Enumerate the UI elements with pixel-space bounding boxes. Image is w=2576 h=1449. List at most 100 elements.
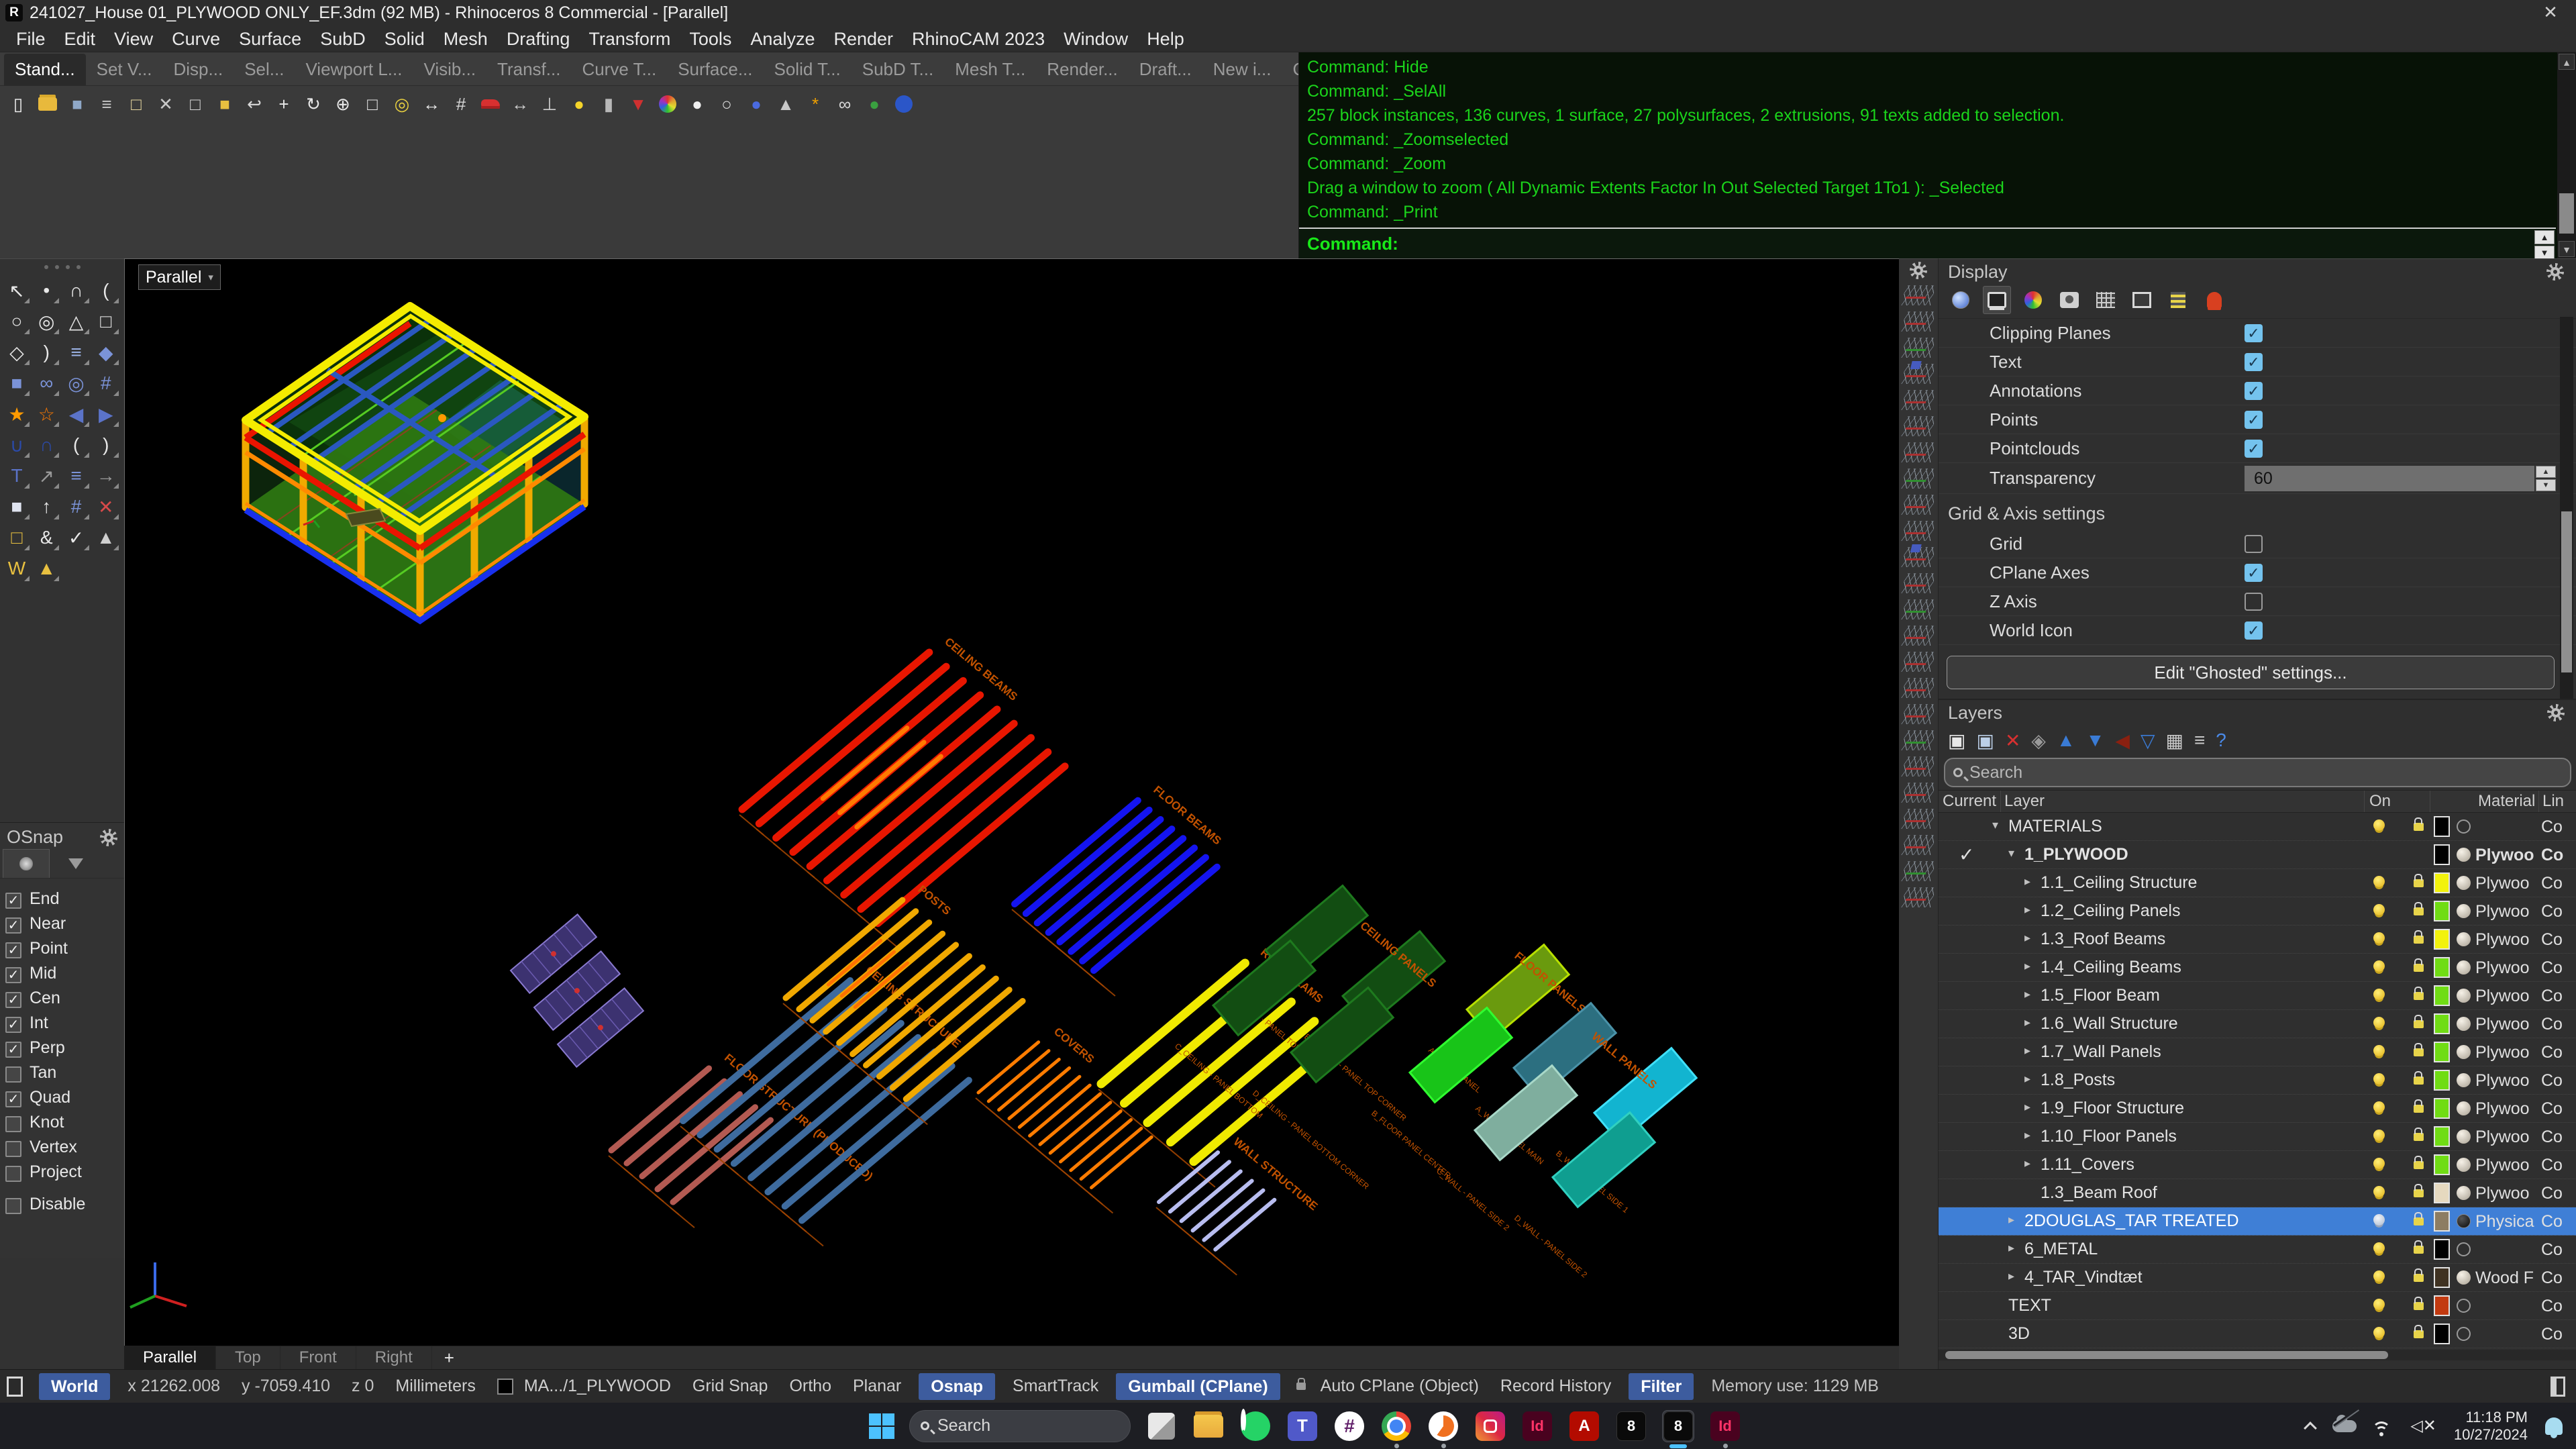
display-scrollbar[interactable]: [2560, 317, 2573, 699]
list-view-icon[interactable]: ≡: [2194, 730, 2205, 751]
expand-icon[interactable]: ▸: [2024, 1156, 2030, 1170]
layer-lock-icon[interactable]: [2414, 823, 2424, 831]
ellipse-icon[interactable]: ◎: [32, 307, 60, 336]
spheres-icon[interactable]: ∞: [32, 369, 60, 397]
checkbox-clipping-planes[interactable]: [2245, 324, 2263, 342]
layer-lock-icon[interactable]: [2414, 1217, 2424, 1226]
cplane-tool-icon-10[interactable]: [1901, 521, 1935, 541]
explode-block-icon[interactable]: ☆: [32, 400, 60, 428]
menu-surface[interactable]: Surface: [229, 26, 311, 52]
check-icon[interactable]: ✓: [62, 523, 91, 552]
panel-toggle-icon[interactable]: [2551, 1377, 2565, 1397]
filter-icon[interactable]: ▽: [2141, 730, 2155, 752]
cplane-tool-icon-5[interactable]: [1901, 390, 1935, 410]
toolbar-tab-subdt[interactable]: SubD T...: [852, 54, 944, 85]
cplane-tool-icon-2[interactable]: [1901, 311, 1935, 332]
layer-material-icon[interactable]: [2457, 1130, 2471, 1144]
status-toggle-osnap[interactable]: Osnap: [919, 1373, 995, 1400]
viewport-canvas[interactable]: CEILING BEAMSROOF BEAMSFLOOR STRUCTURE (…: [125, 259, 1900, 1346]
settings-gears-icon[interactable]: *: [803, 91, 828, 117]
layer-color-swatch[interactable]: [2434, 985, 2450, 1006]
layer-visibility-bulb-icon[interactable]: [2373, 1101, 2385, 1113]
slack-icon[interactable]: #: [1333, 1410, 1366, 1442]
menu-help[interactable]: Help: [1137, 26, 1194, 52]
osnap-tab-filter[interactable]: [52, 849, 99, 878]
move-icon[interactable]: &: [32, 523, 60, 552]
expand-icon[interactable]: ▸: [2024, 875, 2030, 889]
viewport-label[interactable]: Parallel ▾: [138, 264, 221, 290]
layer-color-swatch[interactable]: [2434, 1239, 2450, 1260]
osnap-checkbox-point[interactable]: [5, 942, 21, 958]
layer-row-1-plywood[interactable]: ✓▾1_PLYWOODPlywooCo: [1939, 841, 2576, 869]
status-toggle-planar[interactable]: Planar: [842, 1377, 912, 1396]
scale-icon[interactable]: ↗: [32, 462, 60, 490]
help-icon[interactable]: [891, 91, 917, 117]
layer-visibility-bulb-icon[interactable]: [2373, 1214, 2385, 1226]
surface-grid-icon[interactable]: ≡: [62, 338, 91, 366]
menu-view[interactable]: View: [105, 26, 162, 52]
zoom-icon[interactable]: ⊕: [330, 91, 356, 117]
viewport-dropdown-icon[interactable]: ▾: [208, 271, 213, 283]
transparency-down-icon[interactable]: ▼: [2536, 479, 2556, 491]
edit-ghosted-button[interactable]: Edit "Ghosted" settings...: [1947, 656, 2555, 689]
acrobat-icon[interactable]: A: [1568, 1410, 1600, 1442]
layer-visibility-bulb-icon[interactable]: [2373, 989, 2385, 1000]
layer-visibility-bulb-icon[interactable]: [2373, 1158, 2385, 1169]
menu-edit[interactable]: Edit: [55, 26, 105, 52]
viewport-tab-top[interactable]: Top: [216, 1346, 280, 1369]
toolbar-tab-render[interactable]: Render...: [1036, 54, 1129, 85]
tray-chevron-icon[interactable]: [2304, 1421, 2317, 1435]
cplane-tool-icon-20[interactable]: [1901, 783, 1935, 803]
layer-row-1-1-ceiling-structure[interactable]: ▸1.1_Ceiling StructurePlywooCo: [1939, 869, 2576, 897]
mesh-surface-icon[interactable]: #: [92, 369, 120, 397]
cap-icon[interactable]: ■: [3, 493, 31, 521]
start-button[interactable]: [869, 1413, 894, 1439]
viewport-tab-right[interactable]: Right: [356, 1346, 432, 1369]
cplane-tool-icon-13[interactable]: [1901, 599, 1935, 619]
menu-render[interactable]: Render: [824, 26, 903, 52]
onedrive-icon[interactable]: [2332, 1420, 2357, 1432]
status-toggle-record-history[interactable]: Record History: [1490, 1377, 1622, 1396]
patch-icon[interactable]: ◆: [92, 338, 120, 366]
wireframe-view-icon[interactable]: ○: [714, 91, 739, 117]
whatsapp-icon[interactable]: [1239, 1410, 1272, 1442]
layer-lock-icon[interactable]: [2414, 1330, 2424, 1338]
explode-icon[interactable]: ★: [3, 400, 31, 428]
osnap-checkbox-mid[interactable]: [5, 967, 21, 983]
status-toggle-filter[interactable]: Filter: [1629, 1373, 1694, 1400]
osnap-checkbox-near[interactable]: [5, 917, 21, 934]
checkbox-text[interactable]: [2245, 353, 2263, 371]
orient-icon[interactable]: →: [92, 462, 120, 490]
cplane-tool-icon-24[interactable]: [1901, 887, 1935, 907]
layer-lock-icon[interactable]: [2414, 1077, 2424, 1085]
layer-color-swatch[interactable]: [2434, 1267, 2450, 1288]
properties-icon[interactable]: □: [123, 91, 149, 117]
cone-curve-icon[interactable]: △: [62, 307, 91, 336]
expand-icon[interactable]: ▸: [2008, 1269, 2014, 1283]
status-toggle-gumball-cplane-[interactable]: Gumball (CPlane): [1116, 1373, 1280, 1400]
osnap-checkbox-quad[interactable]: [5, 1091, 21, 1107]
expand-icon[interactable]: ▸: [2024, 1128, 2030, 1142]
layer-material-icon[interactable]: [2457, 1270, 2471, 1285]
pyramid-icon[interactable]: ▲: [32, 554, 60, 583]
layer-color-swatch[interactable]: [2434, 1126, 2450, 1147]
menu-solid[interactable]: Solid: [375, 26, 434, 52]
circle-icon[interactable]: ○: [3, 307, 31, 336]
layer-material-icon[interactable]: [2457, 848, 2471, 862]
toolbar-tab-mesht[interactable]: Mesh T...: [944, 54, 1036, 85]
layer-lock-icon[interactable]: [2414, 879, 2424, 887]
outline-list-icon[interactable]: [2164, 286, 2192, 314]
layer-row-1-3-roof-beams[interactable]: ▸1.3_Roof BeamsPlywooCo: [1939, 926, 2576, 954]
polygon-icon[interactable]: ◇: [3, 338, 31, 366]
primitives-icon[interactable]: ▲: [92, 523, 120, 552]
layer-color-swatch[interactable]: [2434, 844, 2450, 865]
layer-row-1-11-covers[interactable]: ▸1.11_CoversPlywooCo: [1939, 1151, 2576, 1179]
copy-sheets-icon[interactable]: □: [3, 523, 31, 552]
arc-icon[interactable]: (: [92, 277, 120, 305]
cplane-tool-icon-8[interactable]: [1901, 468, 1935, 489]
layers-hscrollbar[interactable]: [1939, 1350, 2576, 1360]
box-icon[interactable]: ■: [3, 369, 31, 397]
layer-material-icon[interactable]: [2457, 989, 2471, 1003]
lock-icon[interactable]: ▮: [596, 91, 621, 117]
camera-icon[interactable]: [2055, 286, 2083, 314]
